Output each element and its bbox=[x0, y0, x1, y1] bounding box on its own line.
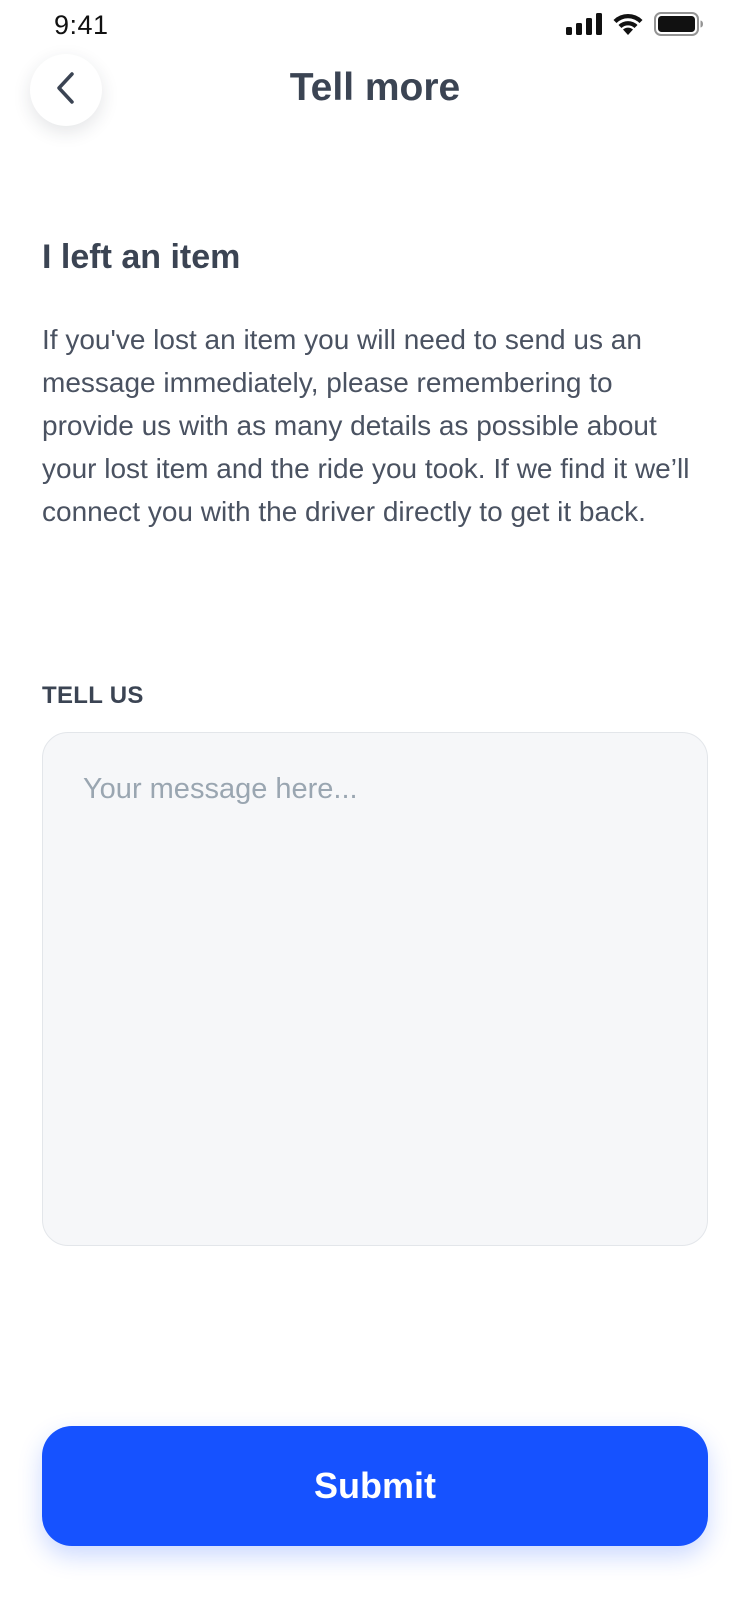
battery-icon bbox=[654, 12, 704, 36]
wifi-icon bbox=[612, 13, 644, 36]
message-input[interactable] bbox=[42, 732, 708, 1246]
message-field-label: TELL US bbox=[42, 682, 144, 709]
signal-icon bbox=[566, 13, 602, 35]
status-time: 9:41 bbox=[54, 10, 109, 40]
page-title: Tell more bbox=[289, 66, 461, 109]
description-text: If you've lost an item you will need to … bbox=[42, 324, 690, 527]
status-icons bbox=[566, 12, 704, 36]
submit-button[interactable]: Submit bbox=[42, 1426, 708, 1546]
section-heading: I left an item bbox=[42, 238, 241, 276]
status-bar: 9:41 bbox=[0, 0, 750, 50]
